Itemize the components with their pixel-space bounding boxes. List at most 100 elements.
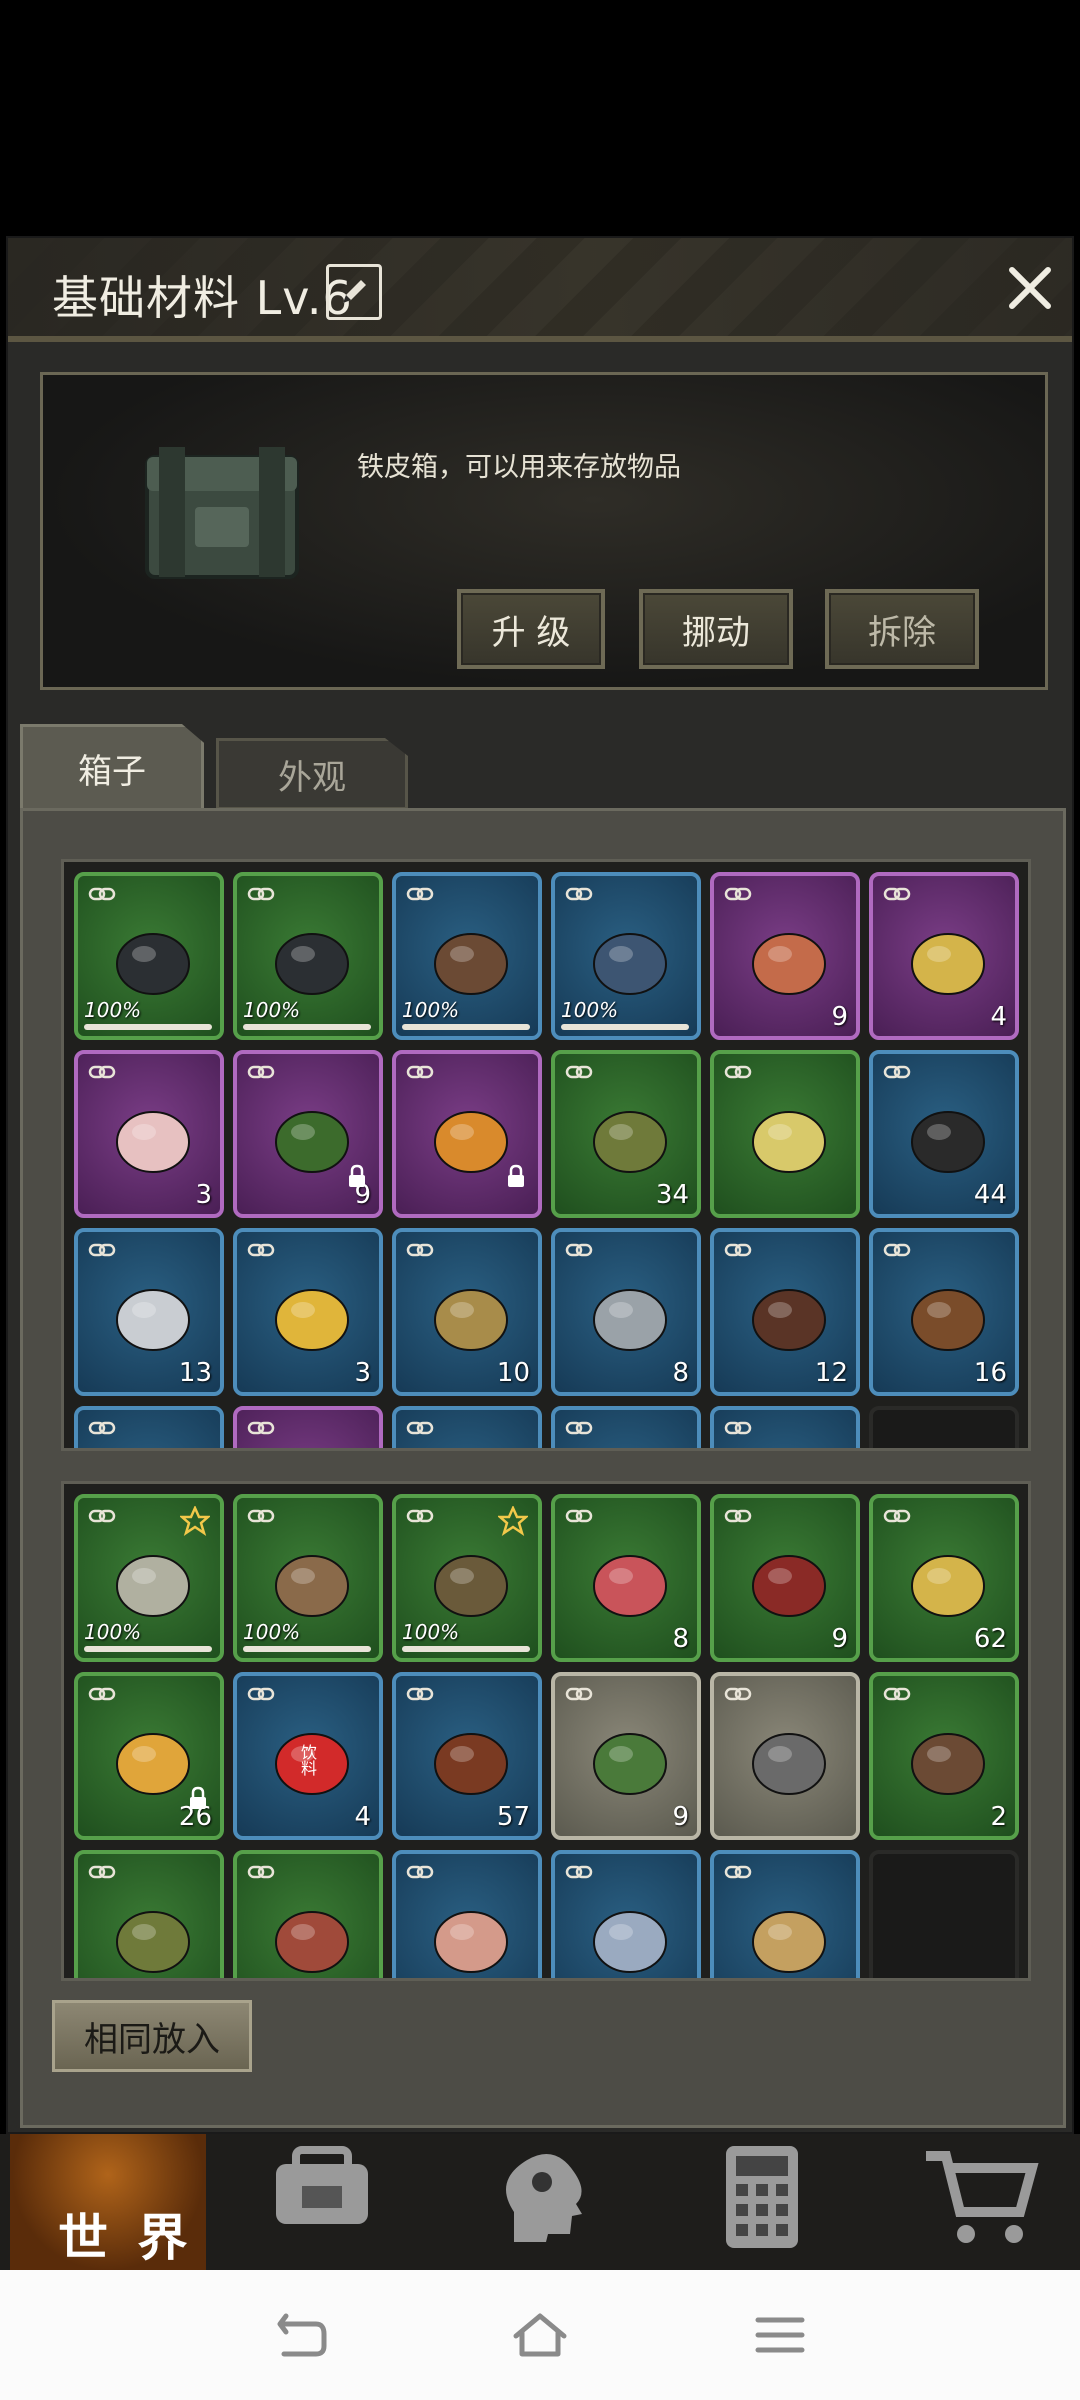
raw-meat-icon xyxy=(593,1555,667,1617)
item-slot-gold-ingot[interactable]: 3 xyxy=(233,1228,383,1396)
link-icon xyxy=(406,887,434,901)
corn-icon xyxy=(911,1555,985,1617)
item-count: 2 xyxy=(990,1802,1007,1832)
home-icon[interactable] xyxy=(510,2310,570,2360)
item-slot-mushroom[interactable]: 3 xyxy=(74,1050,224,1218)
steel-beam-icon xyxy=(593,1289,667,1351)
item-slot-steel-beam[interactable]: 8 xyxy=(551,1228,701,1396)
item-slot-seeds[interactable] xyxy=(710,1050,860,1218)
link-icon xyxy=(247,1065,275,1079)
link-icon xyxy=(565,1687,593,1701)
item-slot-grilled-skewers[interactable]: 57 xyxy=(392,1672,542,1840)
dismantle-button[interactable]: 拆除 xyxy=(825,589,979,669)
tab-appearance[interactable]: 外观 xyxy=(216,738,408,810)
link-icon xyxy=(565,1243,593,1257)
item-slot-partial[interactable] xyxy=(233,1406,383,1448)
head-icon[interactable] xyxy=(484,2142,604,2252)
link-icon xyxy=(724,1865,752,1879)
edit-name-button[interactable] xyxy=(326,264,382,320)
move-button[interactable]: 挪动 xyxy=(639,589,793,669)
item-slot-sneakers[interactable]: 100% xyxy=(233,872,383,1040)
system-nav-bar xyxy=(0,2270,1080,2400)
link-icon xyxy=(247,1865,275,1879)
item-slot-axe[interactable] xyxy=(551,1850,701,1978)
item-slot-corn[interactable]: 4 xyxy=(869,872,1019,1040)
item-slot-potato[interactable]: 9 xyxy=(710,872,860,1040)
can-label: 饮料 xyxy=(298,1744,317,1776)
box-storage-grid[interactable]: 100% 100% 100% 100% 9 4 3 9 34 44 13 3 10 8 12 16 xyxy=(61,859,1031,1451)
item-count: 3 xyxy=(354,1358,371,1388)
item-slot-partial[interactable] xyxy=(710,1406,860,1448)
item-slot-claw[interactable] xyxy=(710,1850,860,1978)
link-icon xyxy=(724,1509,752,1523)
item-slot-leather-jacket[interactable]: 100% xyxy=(392,872,542,1040)
item-slot-worm[interactable] xyxy=(233,1850,383,1978)
link-icon xyxy=(883,887,911,901)
item-slot-broken-parts[interactable] xyxy=(710,1672,860,1840)
tab-box[interactable]: 箱子 xyxy=(20,724,204,810)
link-icon xyxy=(247,1509,275,1523)
menu-icon[interactable] xyxy=(750,2310,810,2360)
item-slot-animal-hide[interactable]: 2 xyxy=(869,1672,1019,1840)
item-slot-copper-ingot[interactable]: 10 xyxy=(392,1228,542,1396)
item-slot-herb[interactable]: 9 xyxy=(551,1672,701,1840)
item-slot-soda-can[interactable]: 4 饮料 xyxy=(233,1672,383,1840)
link-icon xyxy=(406,1243,434,1257)
item-count: 13 xyxy=(178,1358,212,1388)
item-count: 9 xyxy=(831,1624,848,1654)
item-slot-gunpowder[interactable]: 44 xyxy=(869,1050,1019,1218)
item-slot-jeans[interactable]: 100% xyxy=(551,872,701,1040)
item-slot-bow[interactable]: 100% xyxy=(392,1494,542,1662)
item-slot-fishing-rod[interactable]: 100% xyxy=(233,1494,383,1662)
item-slot-partial[interactable] xyxy=(551,1406,701,1448)
link-icon xyxy=(565,1509,593,1523)
item-slot-partial[interactable] xyxy=(74,1406,224,1448)
durability-bar xyxy=(243,1024,371,1030)
link-icon xyxy=(406,1065,434,1079)
item-count: 16 xyxy=(973,1358,1007,1388)
item-slot-sneakers[interactable]: 100% xyxy=(74,872,224,1040)
item-slot-leather-hide[interactable]: 12 xyxy=(710,1228,860,1396)
item-slot-pumpkin[interactable]: 9 xyxy=(233,1050,383,1218)
item-count: 57 xyxy=(496,1802,530,1832)
claw-icon xyxy=(752,1911,826,1973)
item-slot-plant-fiber[interactable] xyxy=(74,1850,224,1978)
durability-label: 100% xyxy=(84,1620,142,1644)
link-icon xyxy=(883,1065,911,1079)
lock-icon xyxy=(349,1164,365,1187)
gold-ingot-icon xyxy=(275,1289,349,1351)
link-icon xyxy=(406,1687,434,1701)
item-slot-plant-fiber[interactable]: 34 xyxy=(551,1050,701,1218)
item-slot-raw-meat[interactable]: 8 xyxy=(551,1494,701,1662)
put-same-button[interactable]: 相同放入 xyxy=(52,2000,252,2072)
item-slot-ear[interactable] xyxy=(392,1850,542,1978)
leather-hide-icon xyxy=(752,1289,826,1351)
spices-icon xyxy=(911,1289,985,1351)
nav-world[interactable]: 世 界 xyxy=(10,2134,206,2270)
close-button[interactable] xyxy=(1000,258,1060,318)
backpack-grid[interactable]: 100% 100% 100% 8 9 62 26 4 饮料 57 9 2 xyxy=(61,1481,1031,1981)
plant-fiber-icon xyxy=(116,1911,190,1973)
item-slot-iron-ingot[interactable]: 13 xyxy=(74,1228,224,1396)
link-icon xyxy=(724,1243,752,1257)
durability-label: 100% xyxy=(561,998,619,1022)
item-slot-stew-pot[interactable]: 26 xyxy=(74,1672,224,1840)
back-icon[interactable] xyxy=(272,2310,332,2360)
backpack-icon[interactable] xyxy=(262,2142,382,2252)
item-slot-stir-fry-dish[interactable] xyxy=(392,1050,542,1218)
item-slot-spear[interactable]: 100% xyxy=(74,1494,224,1662)
item-slot-spices[interactable]: 16 xyxy=(869,1228,1019,1396)
cart-icon[interactable] xyxy=(920,2142,1040,2252)
inventory-area: 100% 100% 100% 100% 9 4 3 9 34 44 13 3 10 8 12 16 100% 1… xyxy=(20,808,1066,2128)
item-slot-corn[interactable]: 62 xyxy=(869,1494,1019,1662)
calculator-icon[interactable] xyxy=(702,2142,822,2252)
star-icon xyxy=(498,1506,528,1536)
item-slot-partial[interactable] xyxy=(392,1406,542,1448)
item-slot-steak[interactable]: 9 xyxy=(710,1494,860,1662)
durability-bar xyxy=(84,1646,212,1652)
nav-world-label: 世 界 xyxy=(58,2209,194,2267)
durability-bar xyxy=(243,1646,371,1652)
worm-icon xyxy=(275,1911,349,1973)
upgrade-button[interactable]: 升 级 xyxy=(457,589,605,669)
durability-bar xyxy=(561,1024,689,1030)
